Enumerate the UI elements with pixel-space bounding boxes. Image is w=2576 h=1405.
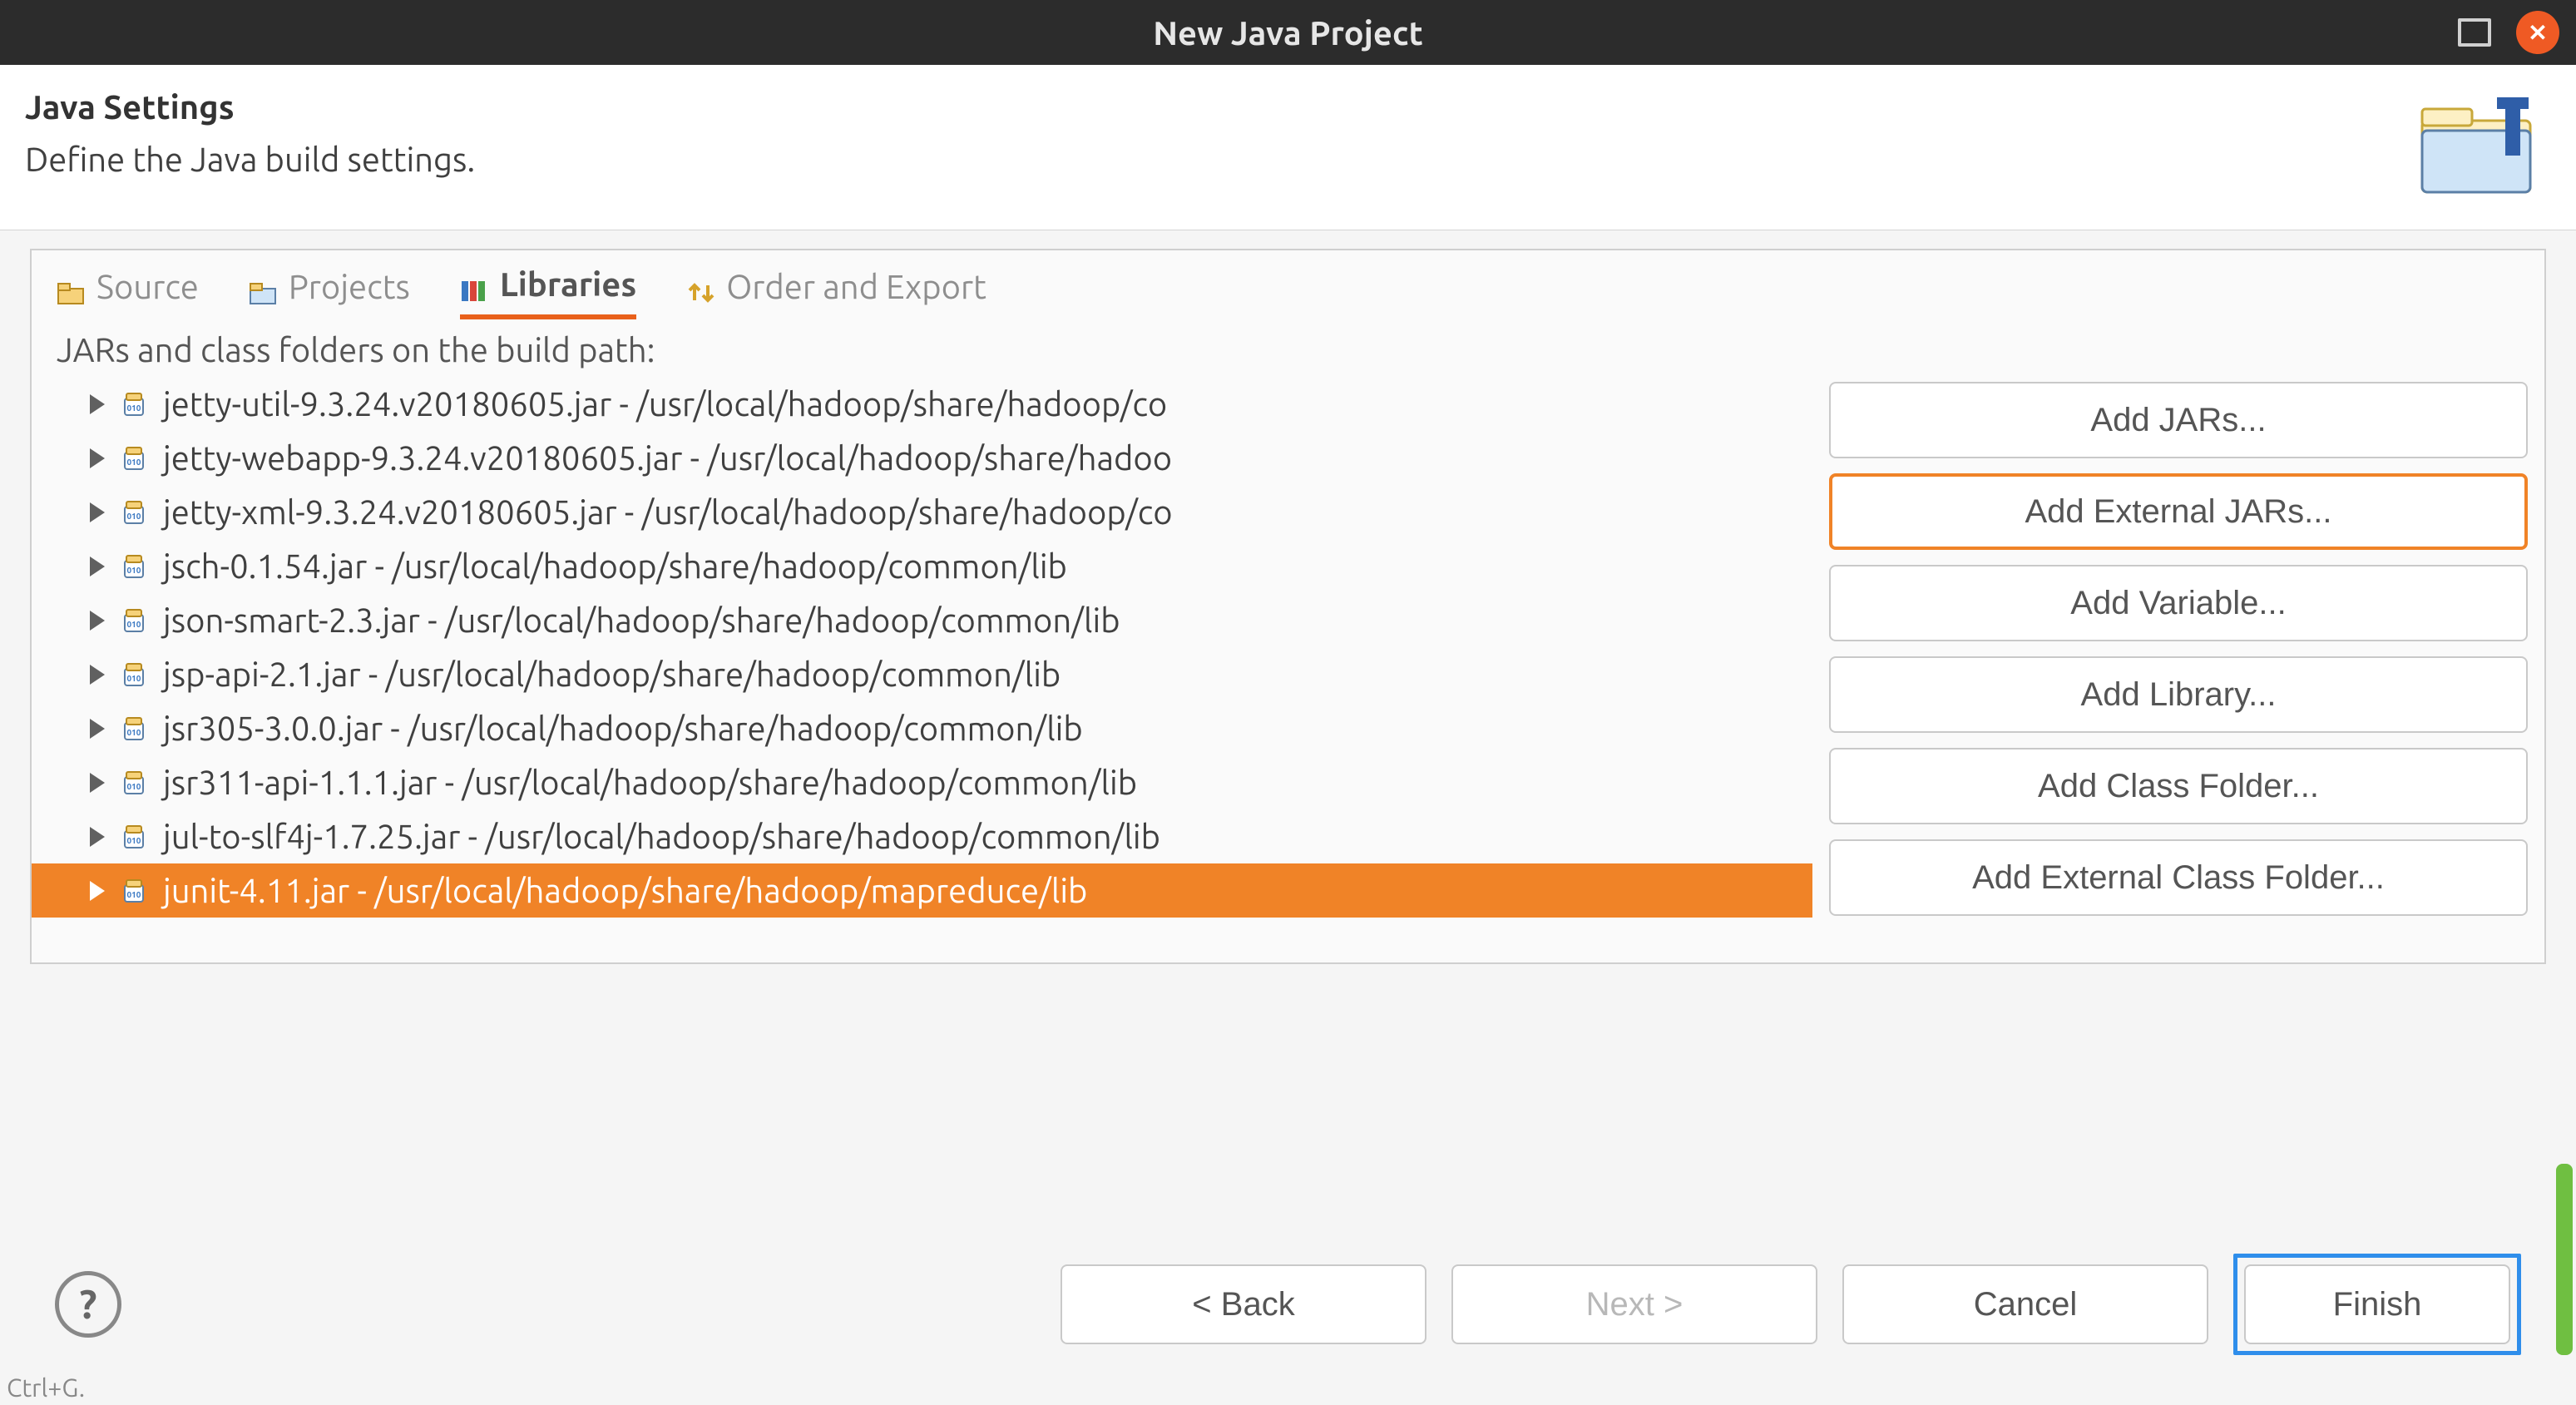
jar-item[interactable]: 010 json-smart-2.3.jar - /usr/local/hadoo…: [32, 593, 1812, 647]
add-jars-button[interactable]: Add JARs...: [1829, 382, 2528, 458]
jar-label: jsp-api-2.1.jar - /usr/local/hadoop/shar…: [163, 656, 1061, 693]
side-buttons: Add JARs... Add External JARs... Add Var…: [1812, 377, 2544, 962]
jar-label: jetty-xml-9.3.24.v20180605.jar - /usr/lo…: [163, 493, 1173, 531]
close-icon[interactable]: [2516, 11, 2559, 54]
cancel-button[interactable]: Cancel: [1842, 1264, 2208, 1344]
next-button: Next >: [1451, 1264, 1817, 1344]
content-row: 010 jetty-util-9.3.24.v20180605.jar - /us…: [32, 377, 2544, 962]
jar-label: jsch-0.1.54.jar - /usr/local/hadoop/shar…: [163, 547, 1067, 585]
expand-triangle-icon[interactable]: [90, 448, 105, 468]
jar-label: jetty-util-9.3.24.v20180605.jar - /usr/l…: [163, 385, 1167, 423]
header-text: Java Settings Define the Java build sett…: [25, 88, 475, 178]
back-button[interactable]: < Back: [1061, 1264, 1426, 1344]
expand-triangle-icon[interactable]: [90, 773, 105, 793]
jar-icon: 010: [120, 552, 148, 581]
jar-icon: 010: [120, 877, 148, 905]
jar-item[interactable]: 010 junit-4.11.jar - /usr/local/hadoop/sh…: [32, 863, 1812, 918]
add-external-class-folder-button[interactable]: Add External Class Folder...: [1829, 839, 2528, 916]
jar-icon: 010: [120, 498, 148, 527]
add-library-button[interactable]: Add Library...: [1829, 656, 2528, 733]
svg-text:010: 010: [127, 403, 141, 413]
window-title: New Java Project: [1153, 14, 1423, 52]
finish-button[interactable]: Finish: [2244, 1264, 2510, 1344]
page-subtitle: Define the Java build settings.: [25, 141, 475, 178]
jar-item[interactable]: 010 jsr311-api-1.1.1.jar - /usr/local/had…: [32, 755, 1812, 809]
expand-triangle-icon[interactable]: [90, 557, 105, 576]
jar-icon: 010: [120, 606, 148, 635]
expand-triangle-icon[interactable]: [90, 611, 105, 631]
tab-order-label: Order and Export: [726, 268, 986, 305]
jar-item[interactable]: 010 jetty-webapp-9.3.24.v20180605.jar - /…: [32, 431, 1812, 485]
svg-text:010: 010: [127, 782, 141, 791]
jar-label: json-smart-2.3.jar - /usr/local/hadoop/s…: [163, 601, 1120, 639]
jar-icon: 010: [120, 390, 148, 418]
tab-order[interactable]: Order and Export: [686, 265, 986, 319]
jar-item[interactable]: 010 jsr305-3.0.0.jar - /usr/local/hadoop/…: [32, 701, 1812, 755]
titlebar: New Java Project: [0, 0, 2576, 65]
svg-text:010: 010: [127, 890, 141, 899]
finish-focus-ring: Finish: [2233, 1254, 2521, 1355]
svg-text:010: 010: [127, 836, 141, 845]
window-controls: [2458, 11, 2559, 54]
jar-label: jul-to-slf4j-1.7.25.jar - /usr/local/had…: [163, 818, 1160, 855]
tab-projects[interactable]: Projects: [249, 265, 410, 319]
header-panel: Java Settings Define the Java build sett…: [0, 65, 2576, 230]
jar-item[interactable]: 010 jsch-0.1.54.jar - /usr/local/hadoop/s…: [32, 539, 1812, 593]
svg-text:010: 010: [127, 458, 141, 467]
scroll-indicator[interactable]: [2556, 1164, 2573, 1355]
jar-list[interactable]: 010 jetty-util-9.3.24.v20180605.jar - /us…: [32, 377, 1812, 962]
expand-triangle-icon[interactable]: [90, 881, 105, 901]
dialog-window: New Java Project Java Settings Define th…: [0, 0, 2576, 1405]
jar-icon: 010: [120, 769, 148, 797]
jar-item[interactable]: 010 jetty-util-9.3.24.v20180605.jar - /us…: [32, 377, 1812, 431]
wizard-folder-icon: [2410, 88, 2551, 205]
add-class-folder-button[interactable]: Add Class Folder...: [1829, 748, 2528, 824]
order-icon: [686, 275, 716, 299]
jar-icon: 010: [120, 444, 148, 472]
add-variable-button[interactable]: Add Variable...: [1829, 565, 2528, 641]
tab-source[interactable]: Source: [57, 265, 199, 319]
list-header: JARs and class folders on the build path…: [32, 319, 2544, 377]
jar-label: jsr311-api-1.1.1.jar - /usr/local/hadoop…: [163, 764, 1137, 801]
expand-triangle-icon[interactable]: [90, 719, 105, 739]
svg-text:010: 010: [127, 566, 141, 575]
footer-row: ? < Back Next > Cancel Finish: [30, 1220, 2546, 1405]
jar-label: jsr305-3.0.0.jar - /usr/local/hadoop/sha…: [163, 710, 1083, 747]
jar-item[interactable]: 010 jetty-xml-9.3.24.v20180605.jar - /usr…: [32, 485, 1812, 539]
expand-triangle-icon[interactable]: [90, 665, 105, 685]
jar-item[interactable]: 010 jsp-api-2.1.jar - /usr/local/hadoop/s…: [32, 647, 1812, 701]
build-path-box: Source Projects Libraries: [30, 249, 2546, 964]
statusbar-hint: Ctrl+G.: [0, 1370, 91, 1405]
svg-text:010: 010: [127, 674, 141, 683]
tab-projects-label: Projects: [289, 268, 410, 305]
jar-icon: 010: [120, 660, 148, 689]
body-panel: Source Projects Libraries: [0, 230, 2576, 1405]
tabs-row: Source Projects Libraries: [32, 250, 2544, 319]
svg-text:010: 010: [127, 620, 141, 629]
page-title: Java Settings: [25, 88, 475, 126]
jar-icon: 010: [120, 715, 148, 743]
svg-text:010: 010: [127, 512, 141, 521]
add-external-jars-button[interactable]: Add External JARs...: [1829, 473, 2528, 550]
jar-item[interactable]: 010 jul-to-slf4j-1.7.25.jar - /usr/local/…: [32, 809, 1812, 863]
jar-label: junit-4.11.jar - /usr/local/hadoop/share…: [163, 872, 1087, 909]
projects-icon: [249, 275, 279, 299]
libraries-icon: [460, 272, 490, 297]
expand-triangle-icon[interactable]: [90, 502, 105, 522]
tab-libraries[interactable]: Libraries: [460, 265, 636, 319]
svg-text:010: 010: [127, 728, 141, 737]
source-icon: [57, 275, 87, 299]
expand-triangle-icon[interactable]: [90, 827, 105, 847]
jar-label: jetty-webapp-9.3.24.v20180605.jar - /usr…: [163, 439, 1172, 477]
maximize-icon[interactable]: [2458, 18, 2491, 47]
tab-libraries-label: Libraries: [500, 265, 636, 303]
help-button[interactable]: ?: [55, 1271, 121, 1338]
tab-source-label: Source: [96, 268, 199, 305]
expand-triangle-icon[interactable]: [90, 394, 105, 414]
jar-icon: 010: [120, 823, 148, 851]
